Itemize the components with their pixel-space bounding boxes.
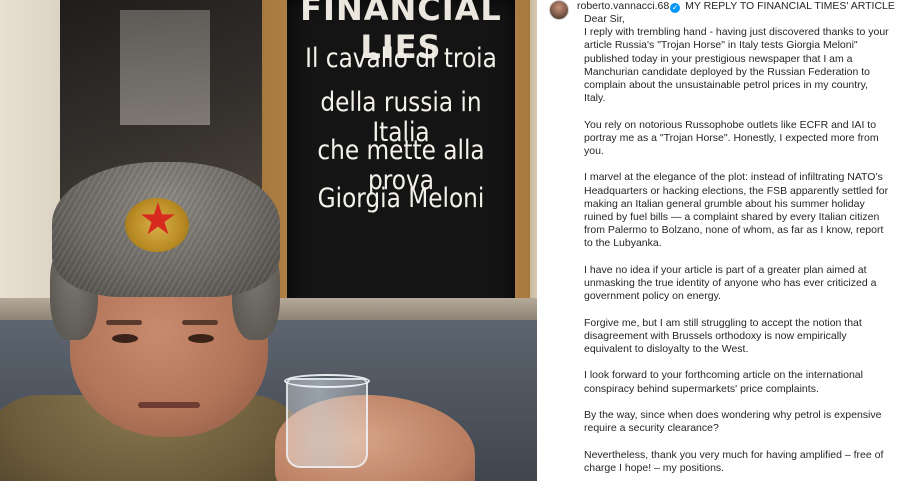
caption-paragraph: You rely on notorious Russophobe outlets… xyxy=(584,118,879,158)
caption-paragraph: I look forward to your forthcoming artic… xyxy=(584,369,863,395)
post-caption-panel: roberto.vannacci.68 ✓ MY REPLY TO FINANCI… xyxy=(537,0,900,481)
avatar[interactable] xyxy=(549,0,569,20)
mouth xyxy=(138,402,200,408)
eyebrow-right xyxy=(182,320,218,325)
caption-paragraph: I have no idea if your article is part o… xyxy=(584,263,877,303)
caption-body: Dear Sir, I reply with trembling hand - … xyxy=(584,13,890,481)
shot-glass-rim xyxy=(284,374,370,388)
eyebrow-left xyxy=(106,320,142,325)
window-pane xyxy=(120,10,210,125)
caption-paragraph: I marvel at the elegance of the plot: in… xyxy=(584,171,889,250)
verified-badge-icon: ✓ xyxy=(670,3,681,13)
caption-paragraph: Forgive me, but I am still struggling to… xyxy=(584,316,862,356)
red-star-icon: ★ xyxy=(138,194,178,245)
chalkboard-sign: FINANCIAL LIES Il cavallo di troia della… xyxy=(287,0,515,338)
caption-paragraph: Nevertheless, thank you very much for ha… xyxy=(584,448,884,474)
caption-header: roberto.vannacci.68 ✓ MY REPLY TO FINANCI… xyxy=(577,0,897,13)
post-photo[interactable]: FINANCIAL LIES Il cavallo di troia della… xyxy=(0,0,537,481)
eye-right xyxy=(188,334,214,343)
chalkboard-line: Il cavallo di troia xyxy=(305,43,497,74)
post-title: MY REPLY TO FINANCIAL TIMES' ARTICLE xyxy=(685,0,895,12)
caption-paragraph: I reply with trembling hand - having jus… xyxy=(584,26,889,105)
chalkboard-line: Giorgia Meloni xyxy=(317,183,485,214)
username-link[interactable]: roberto.vannacci.68 xyxy=(577,0,669,12)
caption-greeting: Dear Sir, xyxy=(584,13,625,25)
eye-left xyxy=(112,334,138,343)
caption-paragraph: By the way, since when does wondering wh… xyxy=(584,409,882,435)
shot-glass xyxy=(286,378,368,468)
